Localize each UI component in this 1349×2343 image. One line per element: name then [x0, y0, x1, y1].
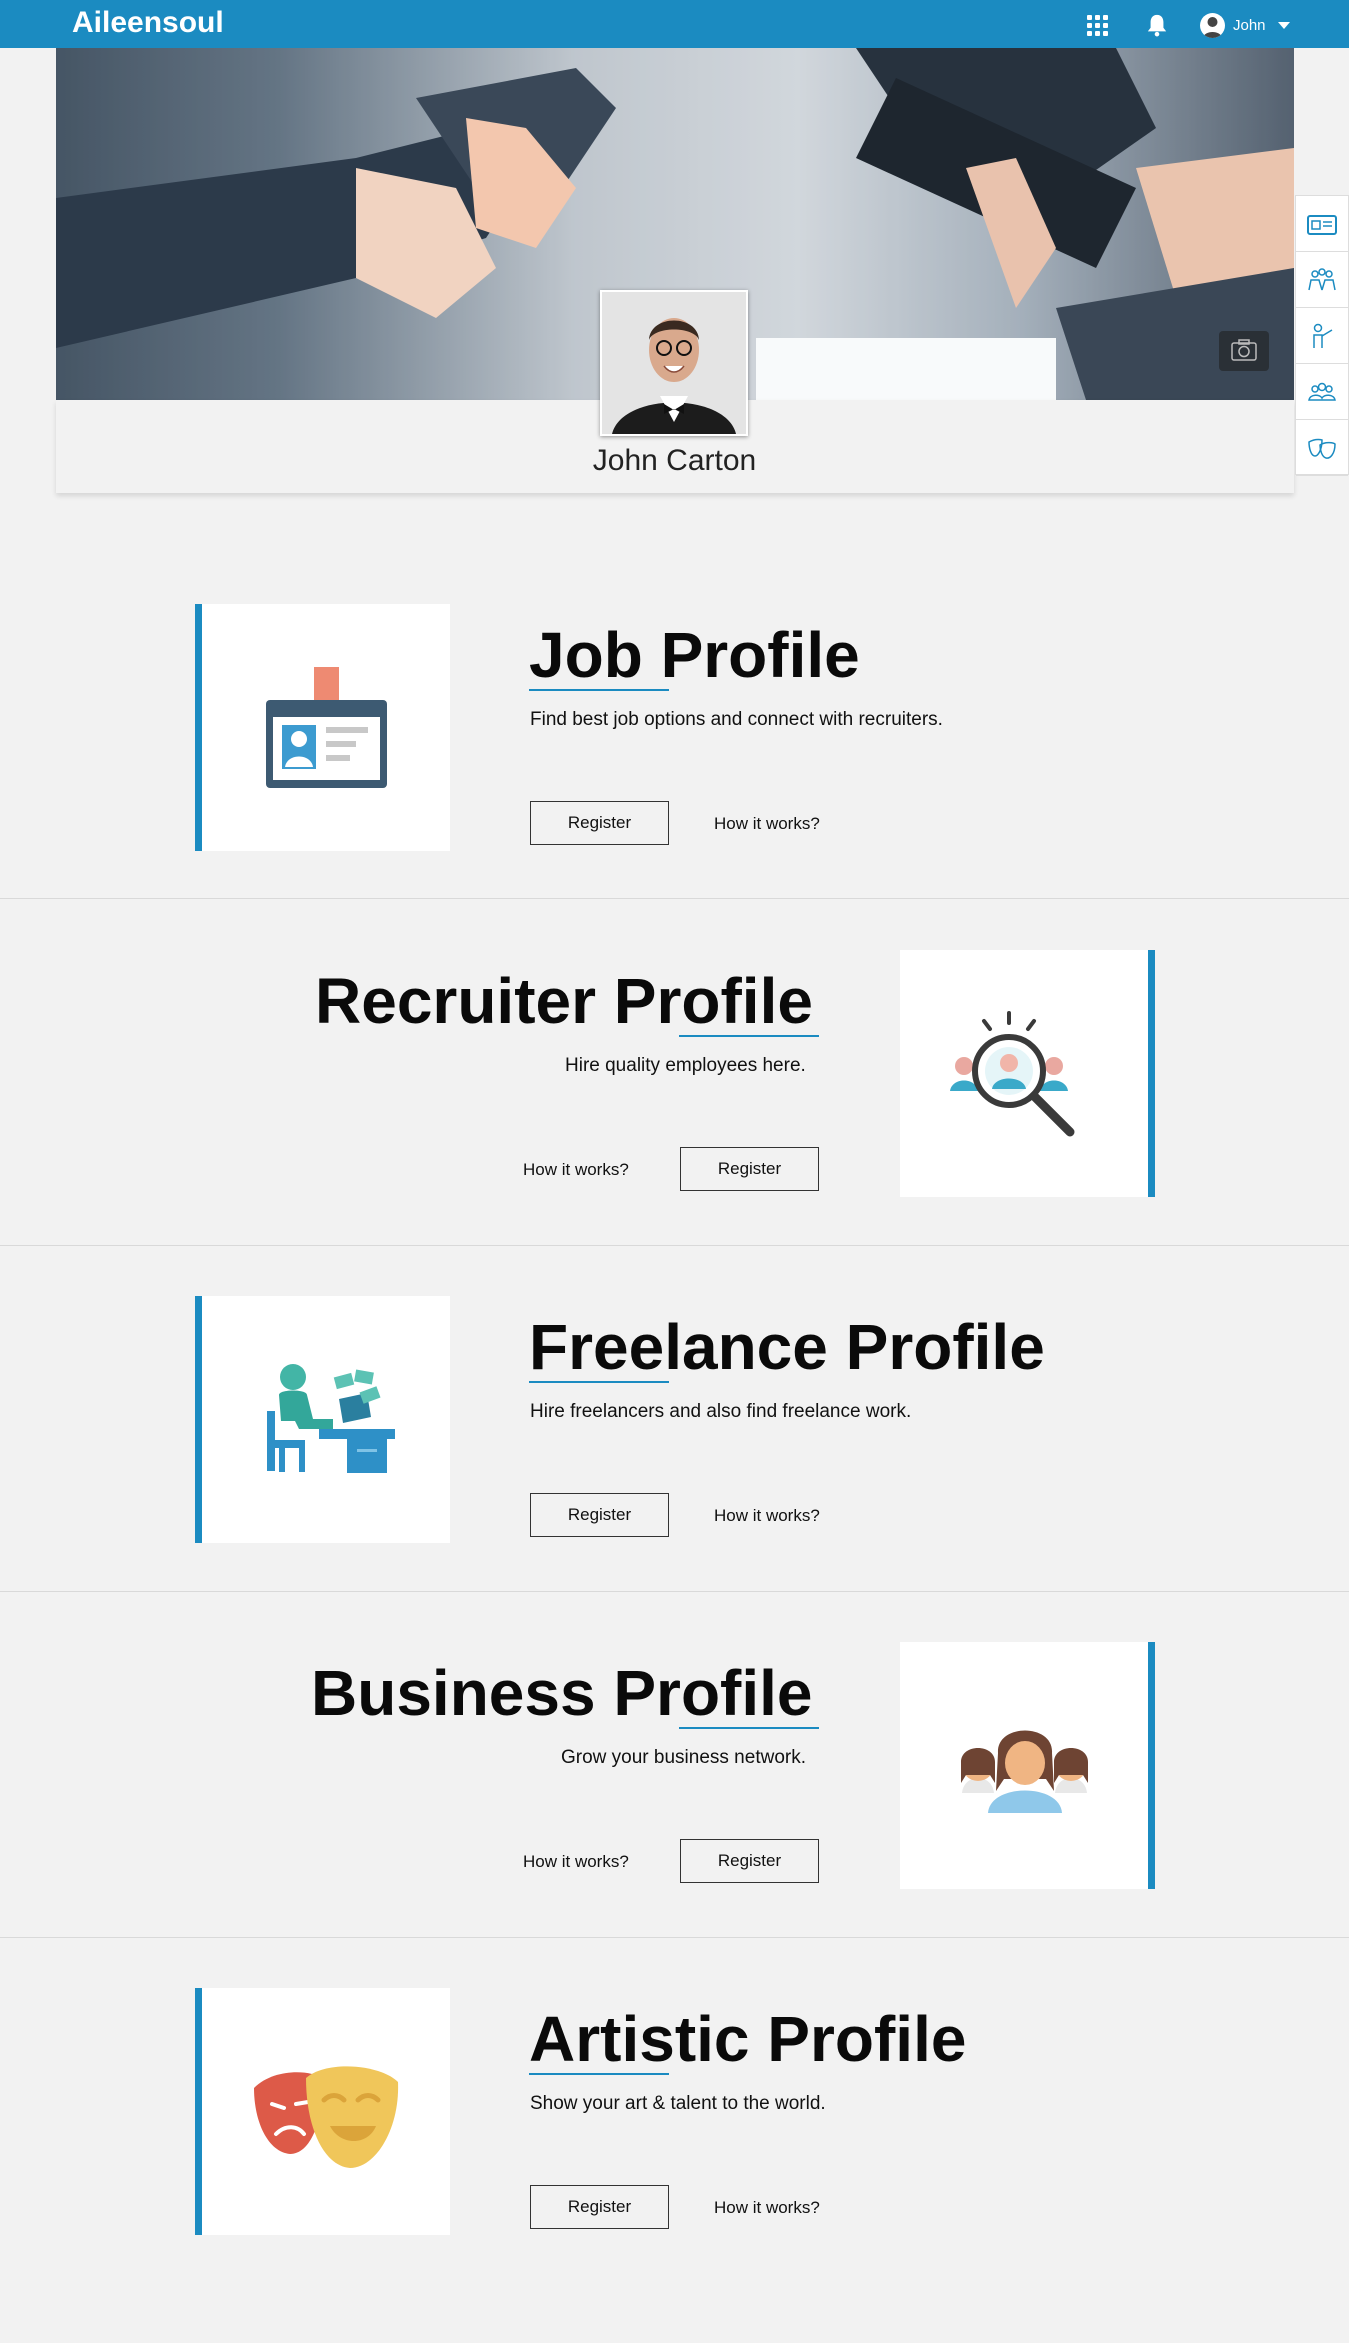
title-underline — [529, 689, 669, 691]
section-description: Show your art & talent to the world. — [530, 2093, 826, 2114]
profile-name: John Carton — [592, 444, 757, 477]
user-name: John — [1233, 16, 1266, 34]
dock-recruiter-profile[interactable] — [1296, 252, 1348, 308]
section-divider — [0, 1245, 1349, 1246]
job-badge-icon — [265, 667, 387, 788]
freelance-profile-card — [195, 1296, 450, 1543]
top-navbar: Aileensoul John — [0, 0, 1349, 48]
register-button[interactable]: Register — [530, 801, 669, 845]
side-profile-dock — [1295, 195, 1349, 476]
dock-freelance-profile[interactable] — [1296, 308, 1348, 364]
section-title: Job Profile — [529, 619, 860, 691]
how-it-works-link[interactable]: How it works? — [714, 814, 820, 834]
how-it-works-link[interactable]: How it works? — [714, 2198, 820, 2218]
title-underline — [679, 1727, 819, 1729]
meeting-icon — [1308, 267, 1336, 290]
section-divider — [0, 898, 1349, 899]
section-divider — [0, 1937, 1349, 1938]
brand-logo[interactable]: Aileensoul — [72, 6, 224, 40]
artistic-profile-section: Artistic Profile Show your art & talent … — [0, 1988, 1349, 2334]
job-profile-card — [195, 604, 450, 851]
register-button[interactable]: Register — [530, 2185, 669, 2229]
theatre-masks-icon — [253, 2065, 398, 2168]
id-card-icon — [1307, 214, 1337, 235]
section-description: Find best job options and connect with r… — [530, 709, 943, 730]
how-it-works-link[interactable]: How it works? — [523, 1160, 629, 1180]
freelancer-desk-icon — [267, 1363, 395, 1473]
register-button[interactable]: Register — [530, 1493, 669, 1537]
business-team-icon — [960, 1730, 1088, 1813]
chevron-down-icon — [1277, 21, 1290, 29]
section-description: Hire freelancers and also find freelance… — [530, 1401, 912, 1422]
presenter-icon — [1313, 323, 1333, 348]
bell-icon[interactable] — [1146, 13, 1168, 37]
apps-grid-icon[interactable] — [1087, 15, 1109, 36]
section-title: Recruiter Profile — [315, 965, 813, 1037]
group-icon — [1308, 382, 1336, 401]
business-profile-card — [900, 1642, 1155, 1889]
artistic-profile-card — [195, 1988, 450, 2235]
section-title: Business Profile — [311, 1657, 813, 1729]
user-menu[interactable]: John — [1200, 12, 1290, 38]
section-title: Artistic Profile — [529, 2003, 967, 2075]
change-cover-button[interactable] — [1219, 331, 1269, 371]
profile-photo[interactable] — [600, 290, 748, 436]
register-button[interactable]: Register — [680, 1839, 819, 1883]
register-button[interactable]: Register — [680, 1147, 819, 1191]
section-description: Hire quality employees here. — [565, 1055, 806, 1076]
dock-artistic-profile[interactable] — [1296, 420, 1348, 476]
title-underline — [679, 1035, 819, 1037]
camera-icon — [1231, 339, 1257, 361]
title-underline — [529, 2073, 669, 2075]
masks-icon — [1308, 438, 1336, 459]
section-title: Freelance Profile — [529, 1311, 1045, 1383]
how-it-works-link[interactable]: How it works? — [714, 1506, 820, 1526]
dock-job-profile[interactable] — [1296, 196, 1348, 252]
recruiter-search-icon — [949, 1011, 1074, 1137]
section-divider — [0, 1591, 1349, 1592]
title-underline — [529, 1381, 669, 1383]
recruiter-profile-card — [900, 950, 1155, 1197]
section-description: Grow your business network. — [561, 1747, 806, 1768]
dock-business-profile[interactable] — [1296, 364, 1348, 420]
user-avatar — [1200, 12, 1225, 38]
how-it-works-link[interactable]: How it works? — [523, 1852, 629, 1872]
